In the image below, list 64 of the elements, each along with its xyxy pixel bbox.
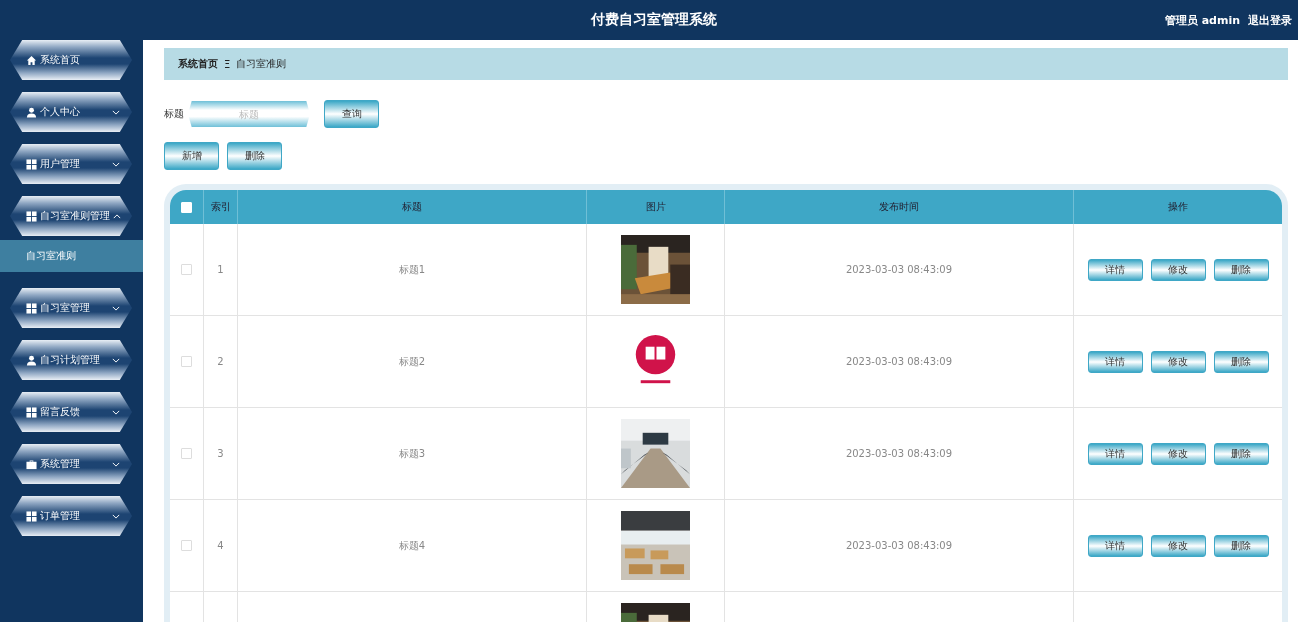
action-button[interactable]: 新增: [164, 142, 219, 170]
breadcrumb-separator: Ξ: [224, 58, 231, 70]
column-header: 图片: [587, 190, 725, 224]
table-cell: 3: [217, 448, 224, 459]
table-cell: 1: [217, 264, 224, 275]
row-action-button[interactable]: 修改: [1150, 534, 1206, 557]
table-cell: 2023-03-03 08:43:09: [845, 540, 953, 551]
sidebar-subitem[interactable]: 自习室准则: [0, 240, 143, 272]
sidebar-item[interactable]: 自习室准则管理: [10, 196, 132, 236]
row-checkbox[interactable]: [181, 540, 192, 551]
table-cell: 2023-03-03 08:43:09: [845, 264, 953, 275]
row-action-button[interactable]: 详情: [1087, 442, 1143, 465]
table-cell: 2: [217, 356, 224, 367]
logout-link[interactable]: 退出登录: [1248, 12, 1292, 28]
sidebar-item[interactable]: 自习计划管理: [10, 340, 132, 380]
title-search-field[interactable]: 标题: [188, 101, 310, 127]
row-checkbox[interactable]: [181, 264, 192, 275]
grid-icon: [26, 210, 37, 222]
home-icon: [26, 54, 37, 66]
sidebar-item[interactable]: 自习室管理: [10, 288, 132, 328]
user-icon: [26, 354, 37, 366]
column-header: 标题: [238, 190, 587, 224]
grid-icon: [26, 406, 37, 418]
row-action-button[interactable]: 修改: [1150, 442, 1206, 465]
sidebar-item[interactable]: 个人中心: [10, 92, 132, 132]
search-label: 标题: [164, 107, 184, 121]
select-all-checkbox[interactable]: [181, 201, 192, 213]
sidebar-item[interactable]: 留言反馈: [10, 392, 132, 432]
table-cell: 标题4: [398, 538, 426, 553]
grid-icon: [26, 302, 37, 314]
table-cell: 标题3: [398, 446, 426, 461]
row-action-button[interactable]: 详情: [1087, 534, 1143, 557]
sidebar-item[interactable]: 订单管理: [10, 496, 132, 536]
app-title: 付费自习室管理系统: [589, 11, 718, 29]
row-action-button[interactable]: 删除: [1213, 258, 1269, 281]
grid-icon: [26, 158, 37, 170]
action-button[interactable]: 删除: [227, 142, 282, 170]
table-cell: 标题2: [398, 354, 426, 369]
table-cell: 2023-03-03 08:43:09: [845, 356, 953, 367]
column-header: 发布时间: [725, 190, 1074, 224]
row-checkbox[interactable]: [181, 356, 192, 367]
table-cell: 2023-03-03 08:43:09: [845, 448, 953, 459]
breadcrumb-current: 自习室准则: [236, 57, 287, 71]
table-cell: 标题1: [398, 262, 426, 277]
column-header: 索引: [204, 190, 238, 224]
row-action-button[interactable]: 详情: [1087, 258, 1143, 281]
sidebar-item[interactable]: 系统首页: [10, 40, 132, 80]
row-action-button[interactable]: 删除: [1213, 350, 1269, 373]
grid-icon: [26, 510, 37, 522]
row-action-button[interactable]: 修改: [1150, 350, 1206, 373]
row-action-button[interactable]: 删除: [1213, 534, 1269, 557]
row-action-button[interactable]: 详情: [1087, 350, 1143, 373]
row-action-button[interactable]: 修改: [1150, 258, 1206, 281]
column-header: 操作: [1167, 200, 1189, 214]
row-action-button[interactable]: 删除: [1213, 442, 1269, 465]
sidebar-item[interactable]: 用户管理: [10, 144, 132, 184]
user-name: 管理员 admin: [1164, 12, 1240, 28]
row-checkbox[interactable]: [181, 448, 192, 459]
breadcrumb-link[interactable]: 系统首页: [178, 57, 218, 71]
query-button[interactable]: 查询: [324, 100, 379, 128]
user-icon: [26, 106, 37, 118]
briefcase-icon: [26, 458, 37, 470]
table-cell: 4: [217, 540, 224, 551]
sidebar-item[interactable]: 系统管理: [10, 444, 132, 484]
